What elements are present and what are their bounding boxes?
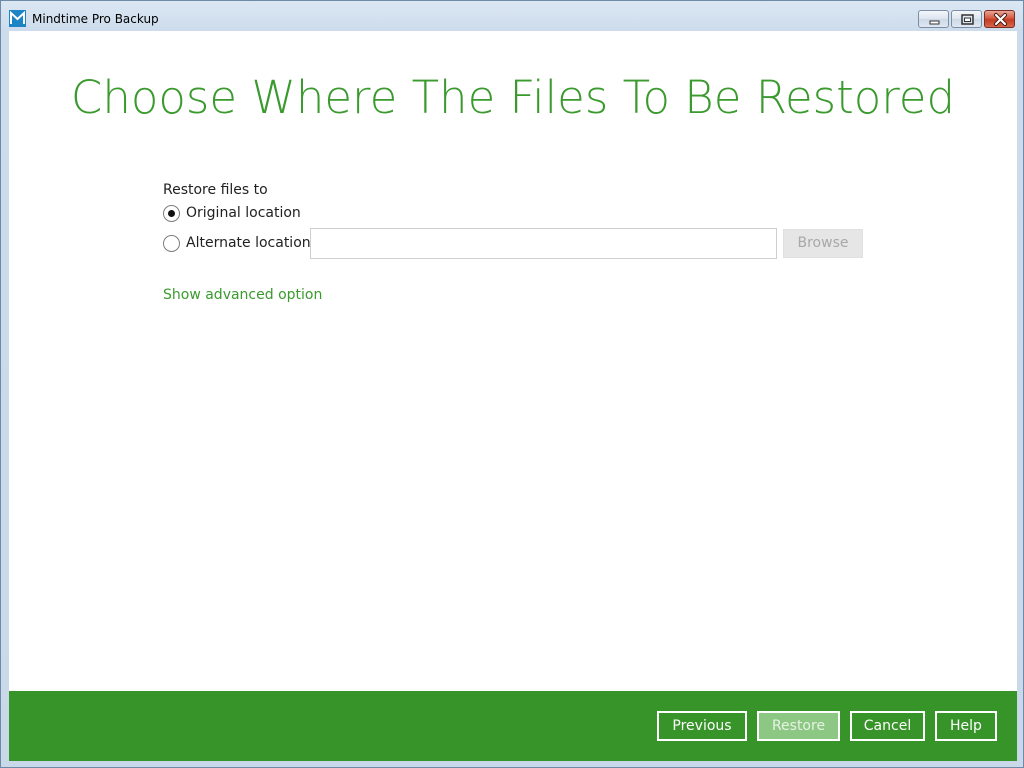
alternate-path-input[interactable] [310, 228, 777, 259]
minimize-button[interactable] [918, 10, 949, 28]
footer-bar: Previous Restore Cancel Help [9, 691, 1017, 761]
page-title: Choose Where The Files To Be Restored [70, 71, 956, 124]
cancel-button[interactable]: Cancel [850, 711, 925, 741]
radio-selected-dot [168, 210, 175, 217]
original-location-label[interactable]: Original location [186, 205, 301, 221]
maximize-icon [961, 14, 974, 25]
minimize-icon [929, 20, 940, 25]
previous-button[interactable]: Previous [657, 711, 747, 741]
app-logo-icon [9, 10, 26, 27]
title-bar[interactable]: Mindtime Pro Backup [1, 1, 1023, 31]
original-location-radio[interactable] [163, 205, 180, 222]
show-advanced-option-link[interactable]: Show advanced option [163, 287, 322, 303]
window-title: Mindtime Pro Backup [32, 12, 159, 26]
maximize-button[interactable] [951, 10, 982, 28]
app-window: Mindtime Pro Backup Choose Where The Fil… [0, 0, 1024, 768]
restore-files-to-label: Restore files to [163, 182, 268, 198]
close-button[interactable] [984, 10, 1015, 28]
alternate-location-label[interactable]: Alternate location [186, 235, 311, 251]
main-content: Choose Where The Files To Be Restored Re… [9, 31, 1017, 761]
help-button[interactable]: Help [935, 711, 997, 741]
close-icon [994, 13, 1007, 26]
restore-button[interactable]: Restore [757, 711, 840, 741]
browse-button[interactable]: Browse [783, 229, 863, 258]
alternate-location-radio[interactable] [163, 235, 180, 252]
